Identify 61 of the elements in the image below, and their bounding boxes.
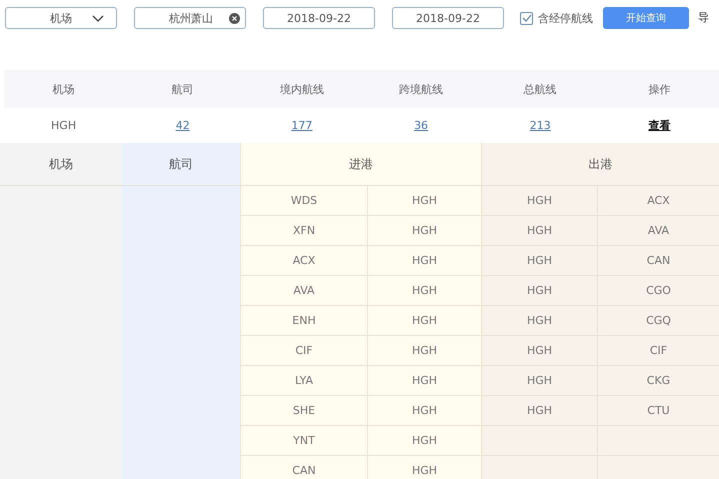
table-cell: HGH [367, 426, 481, 456]
table-cell: HGH [367, 396, 481, 426]
table-cell: HGH [481, 396, 597, 426]
end-date-field[interactable]: 2018-09-22 [392, 7, 504, 29]
table-cell: ENH [240, 306, 367, 336]
table-cell: YNT [240, 426, 367, 456]
table-cell: HGH [481, 366, 597, 396]
table-cell: CGQ [597, 306, 719, 336]
table-cell: HGH [367, 366, 481, 396]
table-cell: HGH [51, 119, 76, 132]
table-cell: AVA [240, 276, 367, 306]
view-link[interactable]: 查看 [648, 119, 670, 132]
table-cell: LYA [240, 366, 367, 396]
table-cell: CAN [240, 456, 367, 479]
table-cell: HGH [367, 336, 481, 366]
column-header: 机场 [52, 82, 76, 96]
table-cell: HGH [367, 216, 481, 246]
export-link[interactable]: 导 [698, 7, 709, 29]
table-cell: HGH [367, 186, 481, 216]
checkbox-label: 含经停航线 [538, 10, 593, 26]
table-cell: AVA [597, 216, 719, 246]
table-cell: HGH [367, 456, 481, 479]
column-header: 航司 [122, 143, 240, 186]
table-cell: CIF [240, 336, 367, 366]
table-cell: HGH [481, 216, 597, 246]
table-cell: CAN [597, 246, 719, 276]
count-link[interactable]: 42 [176, 119, 190, 132]
checkbox[interactable] [520, 12, 533, 24]
count-link[interactable]: 177 [291, 119, 312, 132]
column-header: 机场 [0, 143, 122, 186]
type-select[interactable]: 机场 [5, 7, 117, 29]
table-cell: HGH [367, 276, 481, 306]
column-header: 总航线 [522, 82, 558, 96]
table-cell: HGH [481, 186, 597, 216]
table-cell: HGH [481, 306, 597, 336]
table-cell: CKG [597, 366, 719, 396]
column-header: 操作 [647, 82, 672, 96]
count-link[interactable]: 36 [414, 119, 428, 132]
table-cell: WDS [240, 186, 367, 216]
table-cell: CIF [597, 336, 719, 366]
table-cell: ACX [240, 246, 367, 276]
clear-icon [229, 12, 240, 24]
table-cell: HGH [367, 306, 481, 336]
count-link[interactable]: 213 [530, 119, 551, 132]
chevron-down-icon [92, 14, 104, 22]
table-cell: CGO [597, 276, 719, 306]
column-header: 进港 [240, 143, 481, 186]
table-cell: HGH [481, 336, 597, 366]
column-header: 出港 [481, 143, 719, 186]
table-cell: XFN [240, 216, 367, 246]
column-header: 跨境航线 [398, 82, 444, 96]
table-cell: SHE [240, 396, 367, 426]
table-cell: CTU [597, 396, 719, 426]
table-cell: HGH [481, 276, 597, 306]
column-header: 航司 [170, 82, 195, 96]
table-cell: HGH [367, 246, 481, 276]
start-date-field[interactable]: 2018-09-22 [263, 7, 375, 29]
column-header: 境内航线 [278, 82, 325, 96]
table-cell: HGH [481, 246, 597, 276]
table-cell: ACX [597, 186, 719, 216]
airport-field[interactable]: 杭州萧山 [134, 7, 246, 29]
